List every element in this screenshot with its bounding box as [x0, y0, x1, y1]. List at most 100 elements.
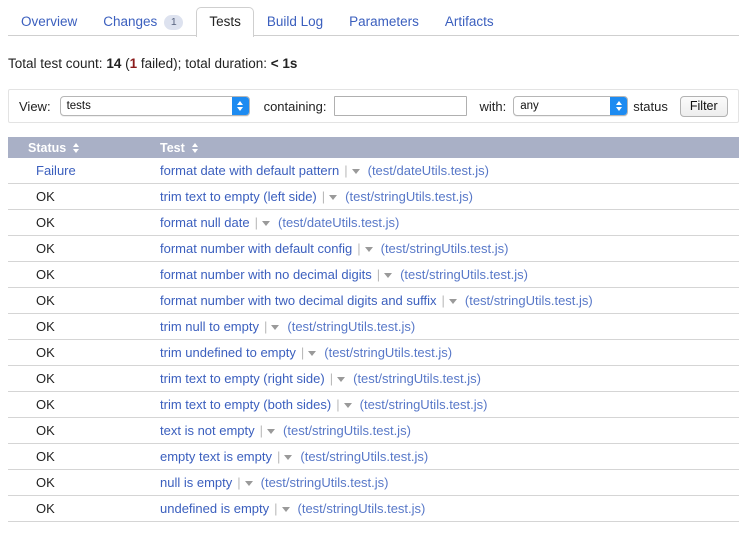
test-name-link[interactable]: trim text to empty (both sides)	[160, 397, 331, 412]
cell-status: OK	[8, 287, 140, 314]
tab-changes[interactable]: Changes 1	[90, 7, 196, 37]
test-file-link[interactable]: (test/stringUtils.test.js)	[360, 397, 488, 412]
status-select[interactable]: any	[513, 96, 629, 116]
table-row: OK empty text is empty | (test/stringUtils.…	[8, 443, 739, 470]
tab-label: Overview	[21, 14, 78, 29]
chevron-down-icon[interactable]	[271, 325, 280, 330]
tab-tests[interactable]: Tests	[196, 7, 254, 37]
status-ok-text: OK	[36, 397, 55, 412]
table-row: Failure format date with default pattern |…	[8, 158, 739, 184]
test-results-table: Status Test Failure format date with defa…	[8, 137, 739, 522]
test-name-link[interactable]: trim undefined to empty	[160, 345, 296, 360]
containing-input[interactable]	[334, 96, 468, 116]
cell-test: trim null to empty | (test/stringUtils.tes…	[140, 313, 739, 340]
table-row: OK format number with no decimal digits | (…	[8, 261, 739, 288]
cell-status: OK	[8, 365, 140, 392]
test-name-link[interactable]: format number with no decimal digits	[160, 267, 372, 282]
test-file-link[interactable]: (test/stringUtils.test.js)	[465, 293, 593, 308]
separator: |	[357, 241, 361, 256]
filter-button[interactable]: Filter	[679, 95, 728, 117]
chevron-down-icon[interactable]	[343, 403, 352, 408]
cell-status: OK	[8, 339, 140, 366]
test-name-link[interactable]: trim null to empty	[160, 319, 259, 334]
test-file-link[interactable]: (test/stringUtils.test.js)	[298, 501, 426, 516]
test-file-link[interactable]: (test/stringUtils.test.js)	[287, 319, 415, 334]
test-name-link[interactable]: format date with default pattern	[160, 163, 339, 178]
separator: |	[321, 189, 326, 204]
test-name-link[interactable]: null is empty	[160, 475, 232, 490]
test-name-link[interactable]: trim text to empty (left side)	[160, 189, 317, 204]
cell-test: format number with no decimal digits | (te…	[140, 261, 739, 288]
chevron-down-icon[interactable]	[384, 273, 393, 278]
chevron-down-icon[interactable]	[364, 247, 373, 252]
cell-test: null is empty | (test/stringUtils.test.js)	[140, 469, 739, 496]
tab-overview[interactable]: Overview	[8, 7, 90, 37]
table-header-row: Status Test	[8, 137, 739, 158]
chevron-down-icon[interactable]	[351, 169, 360, 174]
cell-status: OK	[8, 183, 140, 210]
cell-status: OK	[8, 443, 140, 470]
status-ok-text: OK	[36, 345, 55, 360]
status-ok-text: OK	[36, 293, 55, 308]
view-label: View:	[19, 98, 51, 114]
test-file-link[interactable]: (test/stringUtils.test.js)	[300, 449, 428, 464]
test-file-link[interactable]: (test/stringUtils.test.js)	[324, 345, 452, 360]
test-name-link[interactable]: format number with default config	[160, 241, 352, 256]
test-file-link[interactable]: (test/stringUtils.test.js)	[381, 241, 509, 256]
column-header-status[interactable]: Status	[8, 137, 140, 158]
test-file-link[interactable]: (test/stringUtils.test.js)	[283, 423, 411, 438]
chevron-down-icon[interactable]	[244, 481, 253, 486]
test-name-link[interactable]: format null date	[160, 215, 250, 230]
chevron-down-icon[interactable]	[262, 221, 270, 226]
cell-test: trim text to empty (left side) | (test/str…	[140, 183, 739, 210]
test-file-link[interactable]: (test/stringUtils.test.js)	[400, 267, 528, 282]
table-row: OK undefined is empty | (test/stringUtils.t…	[8, 495, 739, 522]
test-name-link[interactable]: text is not empty	[160, 423, 255, 438]
view-select[interactable]: tests	[59, 96, 250, 116]
status-ok-text: OK	[36, 241, 55, 256]
tab-label: Artifacts	[444, 14, 494, 29]
cell-status: OK	[8, 417, 140, 444]
status-failure-link[interactable]: Failure	[36, 163, 76, 178]
table-row: OK trim text to empty (left side) | (test/s…	[8, 183, 739, 210]
status-ok-text: OK	[36, 371, 55, 386]
cell-test: undefined is empty | (test/stringUtils.tes…	[140, 495, 739, 522]
test-file-link[interactable]: (test/dateUtils.test.js)	[278, 215, 399, 230]
table-row: OK null is empty | (test/stringUtils.test.j…	[8, 469, 739, 496]
chevron-down-icon[interactable]	[267, 429, 276, 434]
tab-build-log[interactable]: Build Log	[254, 7, 336, 37]
test-file-link[interactable]: (test/dateUtils.test.js)	[368, 163, 489, 178]
separator: |	[329, 371, 334, 386]
tab-label: Parameters	[349, 14, 419, 29]
cell-test: trim text to empty (both sides) | (test/st…	[140, 391, 739, 418]
chevron-down-icon[interactable]	[337, 377, 346, 382]
table-row: OK format null date | (test/dateUtils.test.…	[8, 209, 739, 236]
test-name-link[interactable]: format number with two decimal digits an…	[160, 293, 437, 308]
chevron-down-icon[interactable]	[448, 299, 457, 304]
duration-value: < 1s	[270, 56, 298, 71]
test-file-link[interactable]: (test/stringUtils.test.js)	[261, 475, 389, 490]
chevron-down-icon[interactable]	[329, 195, 338, 200]
test-name-link[interactable]: undefined is empty	[160, 501, 269, 516]
separator: |	[300, 345, 305, 360]
cell-status: OK	[8, 313, 140, 340]
column-header-test-label: Test	[160, 140, 185, 155]
total-count-value: 14	[106, 56, 122, 71]
tab-label: Changes	[103, 14, 158, 29]
column-header-status-label: Status	[28, 140, 67, 155]
column-header-test[interactable]: Test	[140, 137, 739, 158]
tab-parameters[interactable]: Parameters	[336, 7, 432, 37]
test-file-link[interactable]: (test/stringUtils.test.js)	[353, 371, 481, 386]
status-ok-text: OK	[36, 215, 55, 230]
tab-artifacts[interactable]: Artifacts	[432, 7, 507, 37]
test-file-link[interactable]: (test/stringUtils.test.js)	[345, 189, 473, 204]
table-row: OK trim text to empty (right side) | (test/…	[8, 365, 739, 392]
containing-label: containing:	[263, 98, 327, 114]
chevron-down-icon[interactable]	[308, 351, 317, 356]
test-name-link[interactable]: trim text to empty (right side)	[160, 371, 325, 386]
chevron-down-icon[interactable]	[281, 507, 290, 512]
chevron-down-icon[interactable]	[284, 455, 293, 460]
test-name-link[interactable]: empty text is empty	[160, 449, 272, 464]
table-row: OK format number with default config | (tes…	[8, 235, 739, 262]
tab-label: Tests	[209, 14, 241, 29]
